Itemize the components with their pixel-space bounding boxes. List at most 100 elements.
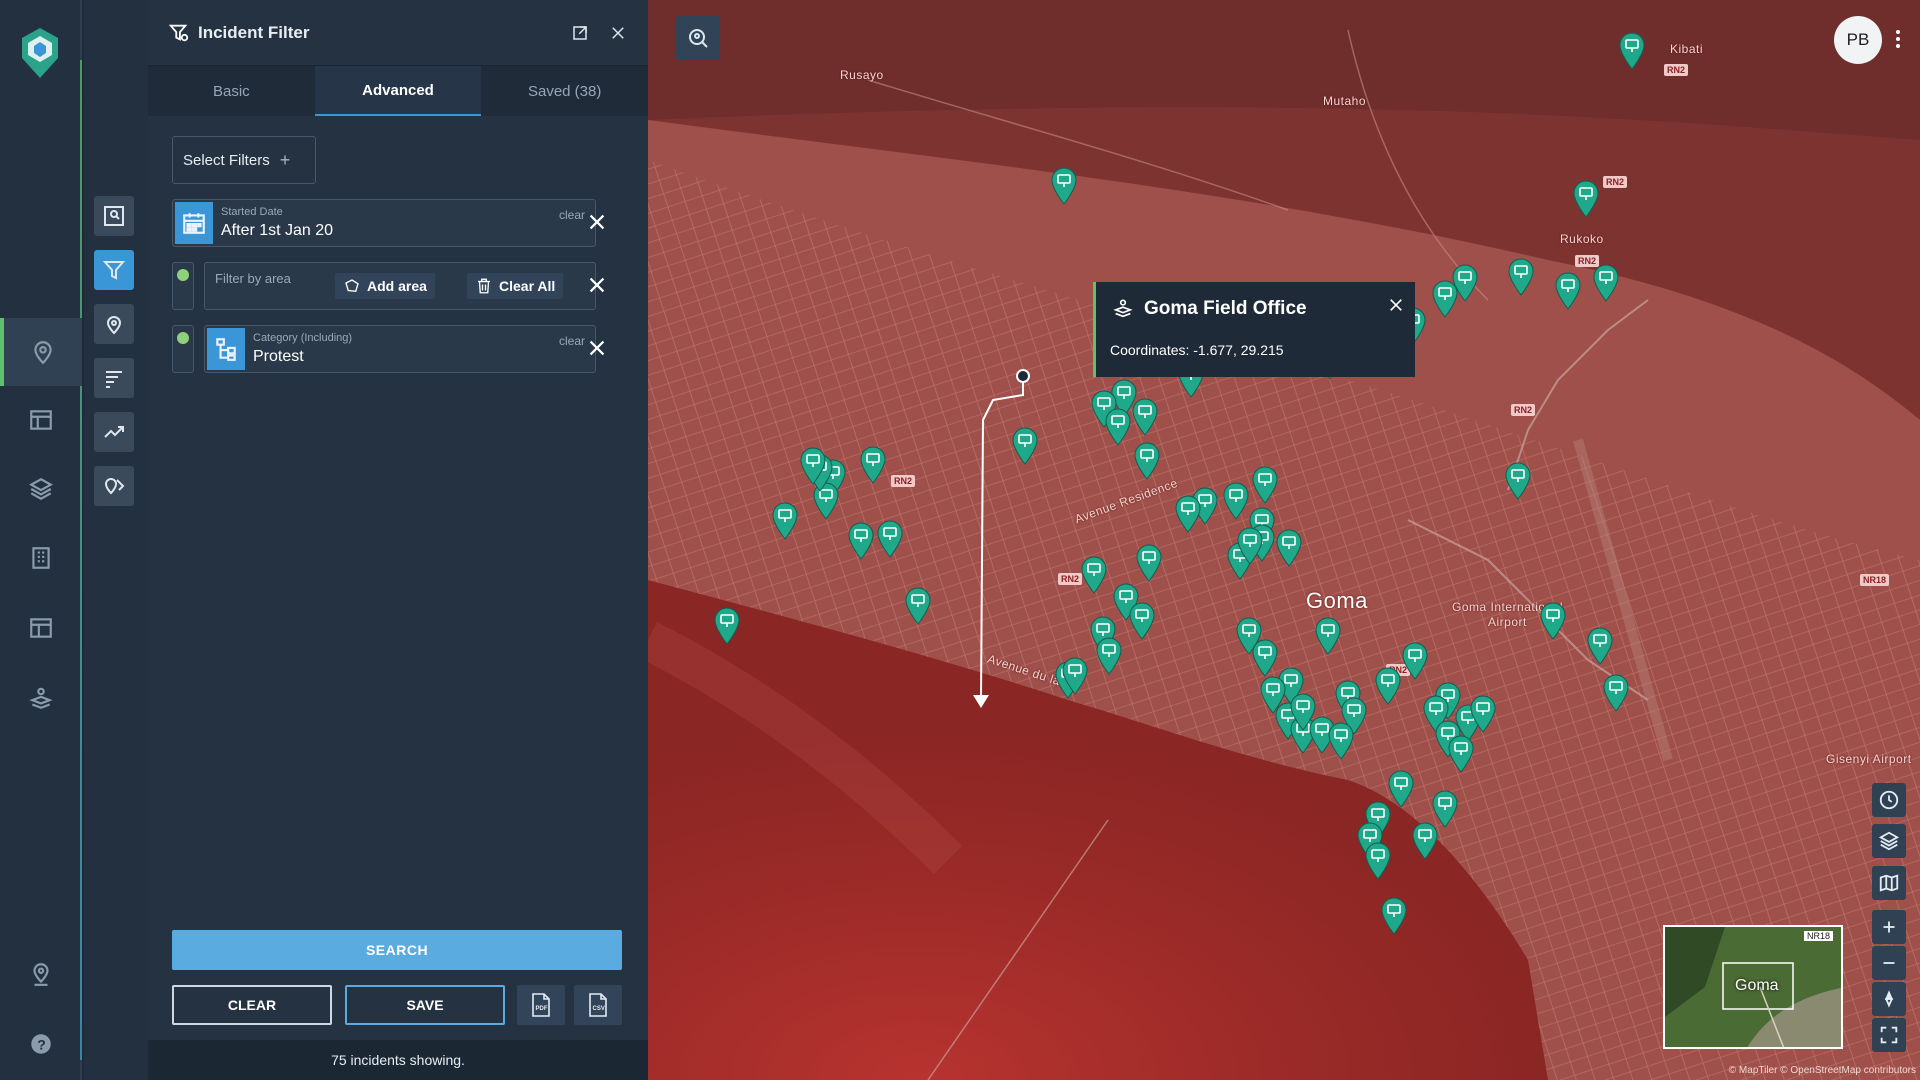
tool-trends[interactable] xyxy=(94,412,134,452)
incident-marker-icon[interactable] xyxy=(1553,270,1583,310)
date-filter-clear[interactable]: clear xyxy=(559,208,585,222)
minus-icon xyxy=(1883,962,1895,964)
incident-filter-panel: Incident Filter Basic Advanced Saved (38… xyxy=(148,0,648,1080)
date-filter-value: After 1st Jan 20 xyxy=(221,222,334,239)
more-menu-button[interactable] xyxy=(1896,30,1902,50)
export-pdf-button[interactable]: PDF xyxy=(517,985,565,1025)
incident-marker-icon[interactable] xyxy=(1400,640,1430,680)
incident-marker-icon[interactable] xyxy=(712,605,742,645)
incident-marker-icon[interactable] xyxy=(1538,600,1568,640)
incident-marker-icon[interactable] xyxy=(1363,840,1393,880)
remove-date-filter-button[interactable] xyxy=(586,211,608,233)
nav-locations[interactable] xyxy=(0,940,82,1008)
date-filter[interactable]: Started Date After 1st Jan 20 clear xyxy=(172,199,596,247)
incident-marker-icon[interactable] xyxy=(1132,440,1162,480)
nav-incidents[interactable] xyxy=(0,318,82,386)
nav-help[interactable]: ? xyxy=(0,1010,82,1078)
incident-marker-icon[interactable] xyxy=(1134,542,1164,582)
remove-category-filter-button[interactable] xyxy=(586,337,608,359)
incident-marker-icon[interactable] xyxy=(1591,262,1621,302)
overview-minimap[interactable]: Goma NR18 xyxy=(1663,925,1843,1049)
incident-marker-icon[interactable] xyxy=(1127,600,1157,640)
incident-marker-icon[interactable] xyxy=(1326,720,1356,760)
basemap-button[interactable] xyxy=(1872,866,1906,900)
history-button[interactable] xyxy=(1872,783,1906,817)
tool-incident-filter[interactable] xyxy=(94,250,134,290)
fullscreen-button[interactable] xyxy=(1872,1018,1906,1052)
layers-button[interactable] xyxy=(1872,824,1906,858)
popout-button[interactable] xyxy=(570,23,590,43)
tab-advanced[interactable]: Advanced xyxy=(314,66,482,116)
incident-marker-icon[interactable] xyxy=(1506,256,1536,296)
map-view[interactable]: Rusayo Mutaho Kibati Rukoko Avenue Resid… xyxy=(648,0,1920,1080)
export-csv-button[interactable]: CSV xyxy=(574,985,622,1025)
incident-marker-icon[interactable] xyxy=(846,520,876,560)
tool-heatmap[interactable] xyxy=(94,466,134,506)
incident-marker-icon[interactable] xyxy=(858,444,888,484)
nav-tables[interactable] xyxy=(0,594,82,662)
incident-marker-icon[interactable] xyxy=(1094,635,1124,675)
incident-marker-icon[interactable] xyxy=(1130,396,1160,436)
incident-marker-icon[interactable] xyxy=(1250,464,1280,504)
incident-marker-icon[interactable] xyxy=(770,500,800,540)
nav-dashboard[interactable] xyxy=(0,386,82,454)
tab-basic[interactable]: Basic xyxy=(148,66,315,116)
incident-marker-icon[interactable] xyxy=(1010,425,1040,465)
incident-marker-icon[interactable] xyxy=(1503,460,1533,500)
incident-marker-icon[interactable] xyxy=(1430,278,1460,318)
panel-header: Incident Filter xyxy=(148,0,648,66)
nav-layers[interactable] xyxy=(0,455,82,523)
incident-marker-icon[interactable] xyxy=(1079,554,1109,594)
zoom-out-button[interactable] xyxy=(1872,946,1906,980)
incident-marker-icon[interactable] xyxy=(1313,615,1343,655)
incident-marker-icon[interactable] xyxy=(1235,525,1265,565)
category-filter[interactable]: Category (Including) Protest clear xyxy=(204,325,596,373)
filter-icon xyxy=(102,261,126,280)
tab-saved[interactable]: Saved (38) xyxy=(481,66,648,116)
nav-buildings[interactable] xyxy=(0,524,82,592)
incident-marker-icon[interactable] xyxy=(1601,672,1631,712)
incident-marker-icon[interactable] xyxy=(1410,820,1440,860)
tool-sort[interactable] xyxy=(94,358,134,398)
toggle-on-dot xyxy=(177,332,189,344)
incident-marker-icon[interactable] xyxy=(1468,693,1498,733)
incident-marker-icon[interactable] xyxy=(1446,733,1476,773)
category-filter-clear[interactable]: clear xyxy=(559,334,585,348)
save-button[interactable]: SAVE xyxy=(345,985,505,1025)
incident-marker-icon[interactable] xyxy=(1373,665,1403,705)
user-avatar[interactable]: PB xyxy=(1834,16,1882,64)
clear-all-areas-button[interactable]: Clear All xyxy=(467,273,564,299)
locate-button[interactable] xyxy=(676,16,720,60)
remove-area-filter-button[interactable] xyxy=(586,274,608,296)
area-filter-toggle[interactable] xyxy=(172,262,194,310)
zoom-in-button[interactable] xyxy=(1872,910,1906,944)
nav-stack[interactable] xyxy=(0,664,82,732)
incident-marker-icon[interactable] xyxy=(1049,165,1079,205)
incident-marker-icon[interactable] xyxy=(1585,625,1615,665)
incident-marker-icon[interactable] xyxy=(1274,527,1304,567)
calendar-icon-box xyxy=(175,202,213,244)
search-button[interactable]: SEARCH xyxy=(172,930,622,970)
incident-marker-icon[interactable] xyxy=(875,518,905,558)
incident-marker-icon[interactable] xyxy=(1617,30,1647,70)
select-filters-button[interactable]: Select Filters + xyxy=(172,136,316,184)
add-area-button[interactable]: Add area xyxy=(335,273,435,299)
close-panel-button[interactable] xyxy=(608,23,628,43)
road-sign: RN2 xyxy=(1603,176,1628,188)
tool-places[interactable] xyxy=(94,304,134,344)
incident-marker-icon[interactable] xyxy=(1173,493,1203,533)
compass-button[interactable] xyxy=(1872,982,1906,1016)
incident-marker-icon[interactable] xyxy=(798,445,828,485)
tool-map-search[interactable] xyxy=(94,196,134,236)
incident-marker-icon[interactable] xyxy=(1571,178,1601,218)
close-popup-button[interactable] xyxy=(1387,296,1405,314)
category-filter-toggle[interactable] xyxy=(172,325,194,373)
app-logo-icon[interactable] xyxy=(18,26,62,80)
incident-marker-icon[interactable] xyxy=(1060,655,1090,695)
office-stack-icon xyxy=(1112,298,1134,320)
incident-marker-icon[interactable] xyxy=(903,585,933,625)
incident-marker-icon[interactable] xyxy=(1103,406,1133,446)
clear-button[interactable]: CLEAR xyxy=(172,985,332,1025)
place-label: Mutaho xyxy=(1323,94,1367,108)
incident-marker-icon[interactable] xyxy=(1379,895,1409,935)
